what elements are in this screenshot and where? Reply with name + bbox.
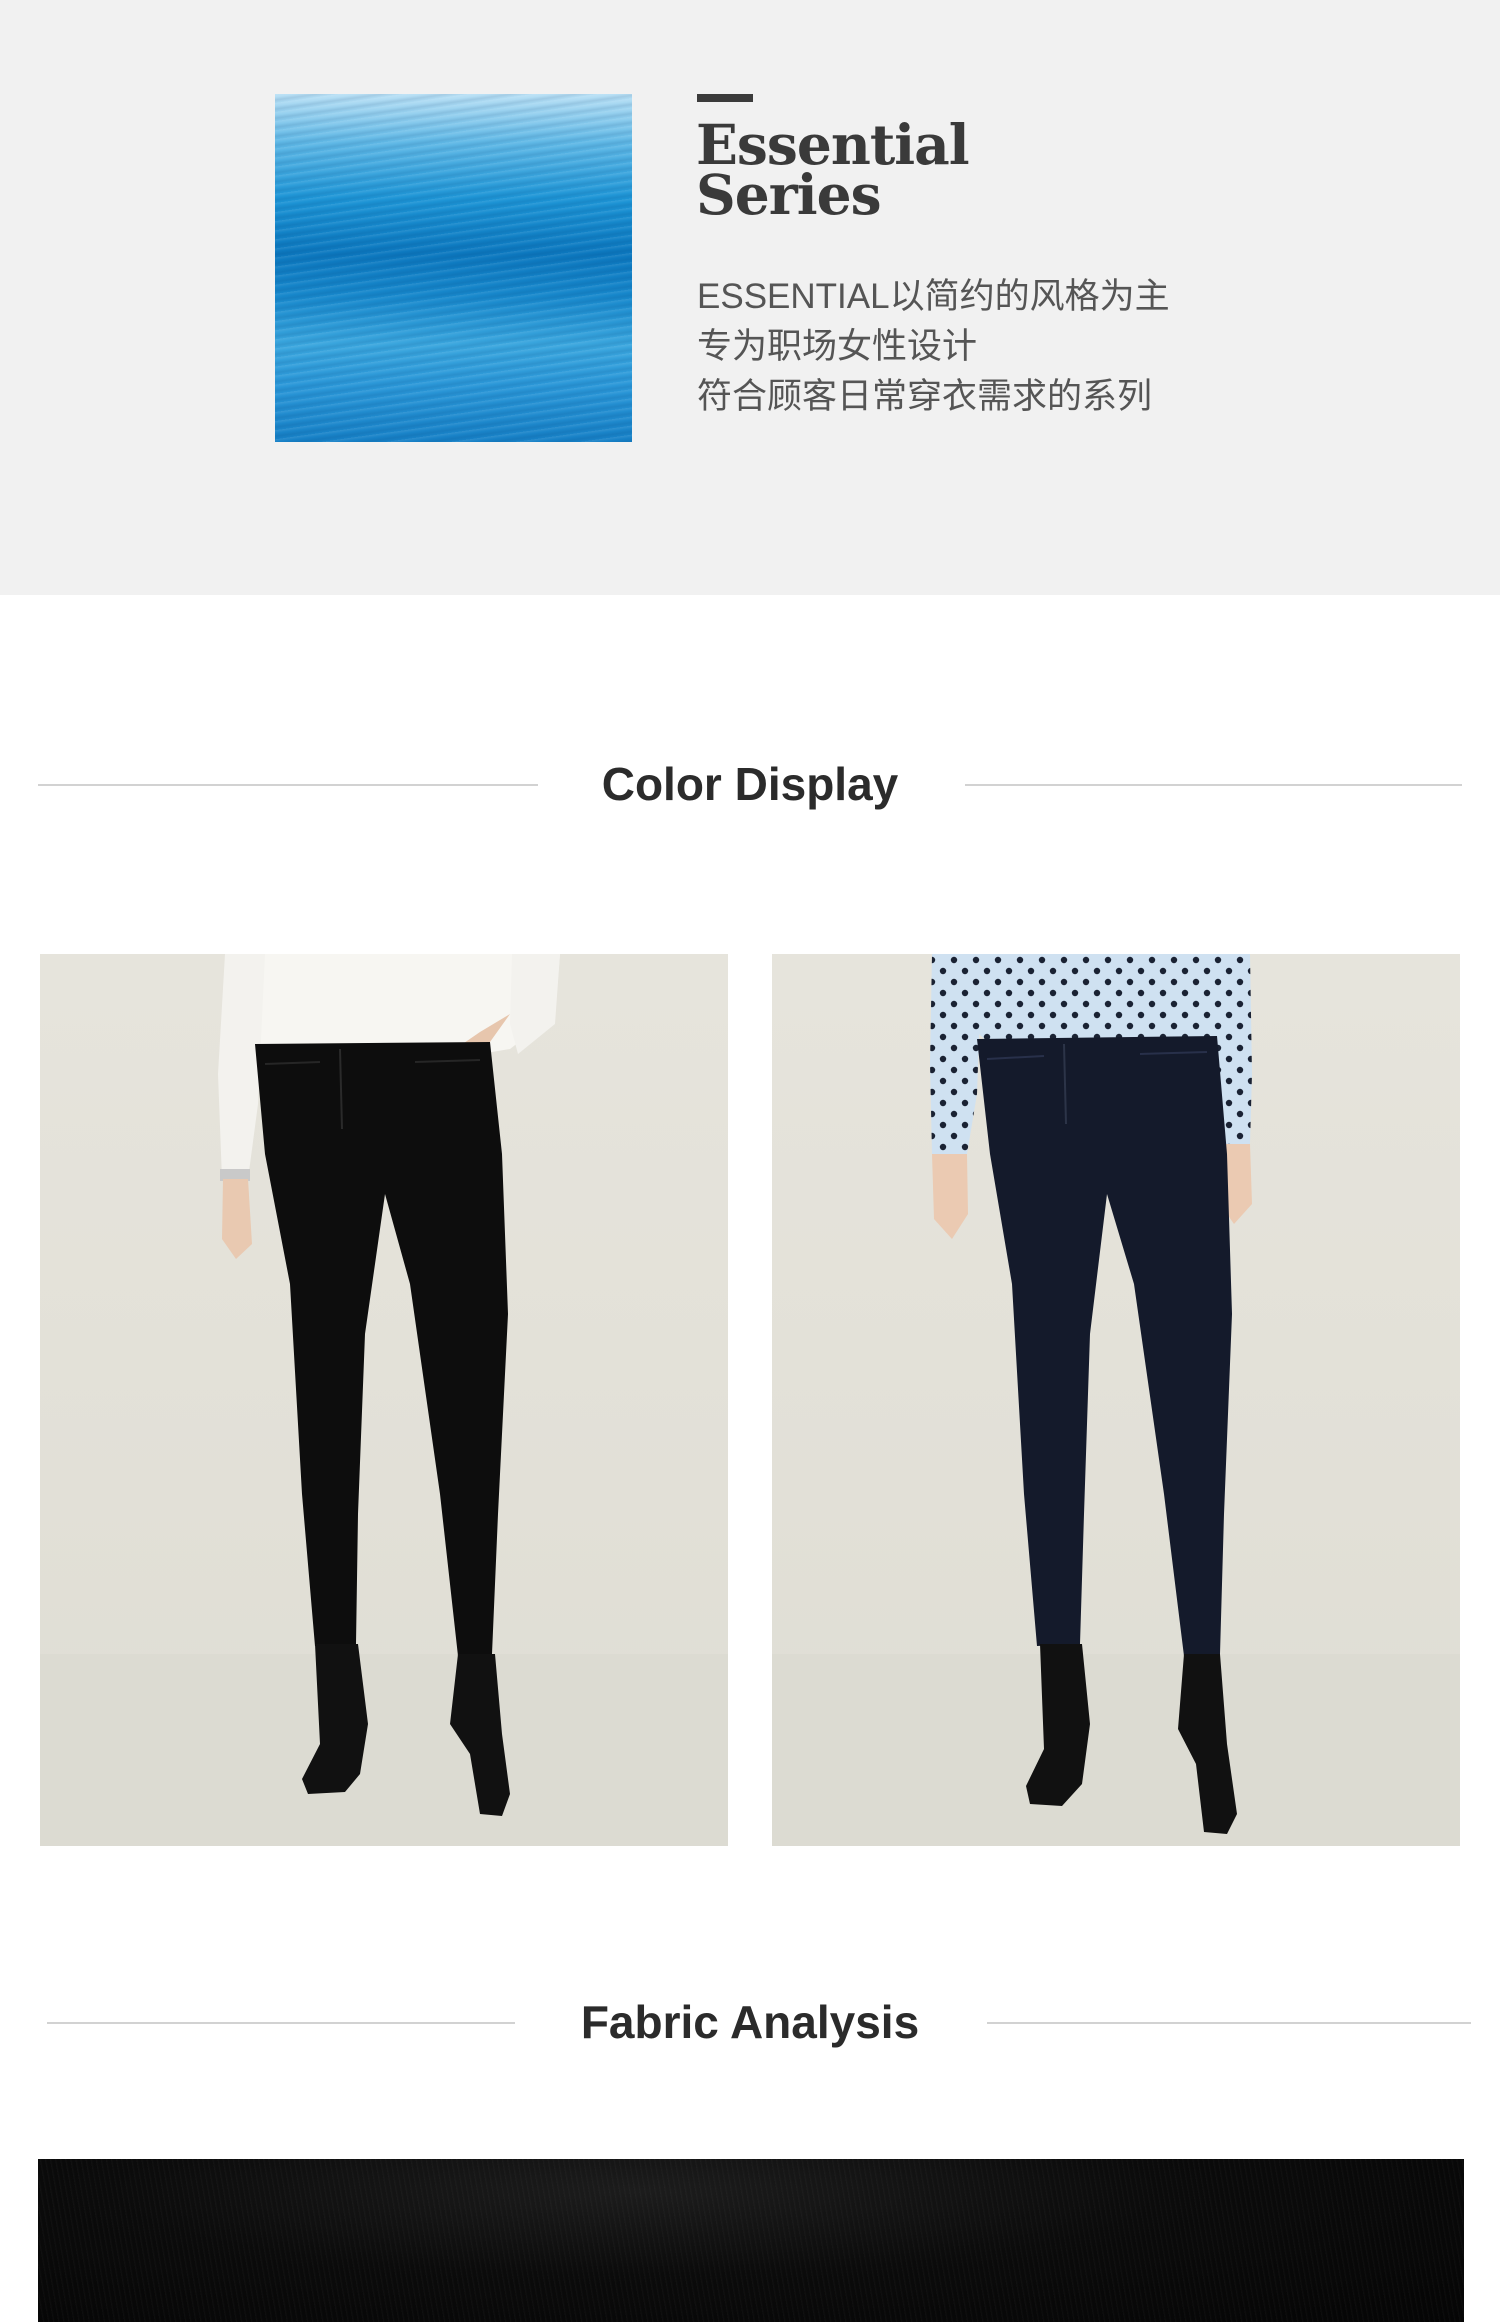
product-photo-black — [40, 954, 728, 1846]
fabric-closeup-image — [38, 2159, 1464, 2322]
series-title-line2: Series — [696, 162, 882, 227]
series-description-line: 专为职场女性设计 — [697, 327, 978, 366]
series-description-line: 符合顾客日常穿衣需求的系列 — [697, 377, 1153, 416]
model-black-pants-image — [40, 954, 728, 1846]
divider-line — [965, 784, 1462, 786]
product-photo-navy — [772, 954, 1460, 1846]
fabric-analysis-header: Fabric Analysis — [0, 1992, 1500, 2052]
series-description: ESSENTIAL以简约的风格为主 专为职场女性设计 符合顾客日常穿衣需求的系列 — [697, 272, 1257, 422]
color-display-header: Color Display — [0, 754, 1500, 814]
series-banner: Essential Series ESSENTIAL以简约的风格为主 专为职场女… — [0, 0, 1500, 595]
series-description-line: ESSENTIAL以简约的风格为主 — [697, 277, 1170, 316]
model-navy-pants-image — [772, 954, 1460, 1846]
title-accent-dash — [697, 94, 753, 102]
series-title: Essential Series — [696, 117, 1116, 222]
blue-texture-swatch — [275, 94, 632, 442]
divider-line — [987, 2022, 1471, 2024]
